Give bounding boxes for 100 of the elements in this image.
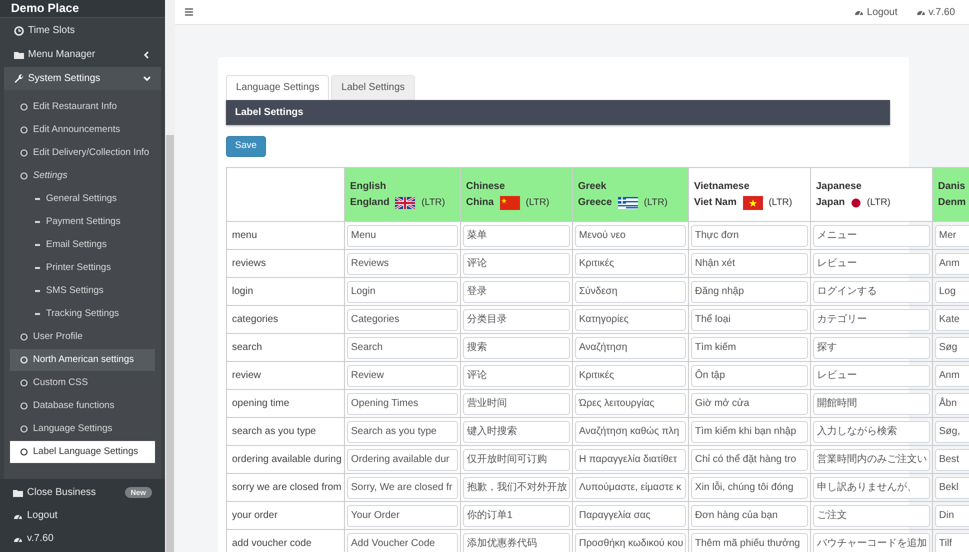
text-input[interactable]: 营业时间 (463, 392, 570, 414)
text-input[interactable]: Nhận xét (691, 252, 808, 274)
sidebar-item[interactable]: Time Slots (4, 19, 161, 42)
text-input[interactable]: Categories (347, 308, 458, 330)
text-input[interactable]: Μενού νεο (575, 224, 686, 246)
text-input[interactable]: Din (935, 504, 969, 526)
text-input[interactable]: Søg (935, 336, 969, 358)
text-input[interactable]: 申し訳ありませんが、 (813, 476, 930, 498)
text-input[interactable]: 搜索 (463, 336, 570, 358)
text-input[interactable]: Tilf (935, 532, 969, 552)
text-input[interactable]: 键入时搜索 (463, 420, 570, 442)
text-input[interactable]: 评论 (463, 364, 570, 386)
text-input[interactable]: Anm (935, 252, 969, 274)
text-input[interactable]: メニュー (813, 224, 930, 246)
text-input[interactable]: Review (347, 364, 458, 386)
text-input[interactable]: Åbn (935, 392, 969, 414)
text-input[interactable]: 评论 (463, 252, 570, 274)
text-input[interactable]: Κριτικές (575, 364, 686, 386)
sidebar-item[interactable]: Logout (4, 504, 161, 527)
sidebar-item[interactable]: v.7.60 (4, 527, 161, 550)
sidebar-item[interactable]: System Settings (4, 67, 161, 90)
text-input[interactable]: Sorry, We are closed fr (347, 476, 458, 498)
text-input[interactable]: Κατηγορίες (575, 308, 686, 330)
text-input[interactable]: Søg, (935, 420, 969, 442)
text-input[interactable]: Reviews (347, 252, 458, 274)
text-input[interactable]: レビュー (813, 364, 930, 386)
submenu-item[interactable]: Printer Settings (10, 257, 155, 279)
scrollbar-thumb[interactable] (166, 135, 174, 552)
text-input[interactable]: Αναζήτηση (575, 336, 686, 358)
topbar-link[interactable]: Logout (854, 4, 898, 20)
text-input[interactable]: Σύνδεση (575, 280, 686, 302)
text-input[interactable]: Tìm kiếm khi bạn nhập (691, 420, 808, 442)
text-input[interactable]: Thực đơn (691, 224, 808, 246)
text-input[interactable]: 仅开放时间可订购 (463, 448, 570, 470)
text-input[interactable]: Ώρες λειτουργίας (575, 392, 686, 414)
text-input[interactable]: Kate (935, 308, 969, 330)
text-input[interactable]: Search as you type (347, 420, 458, 442)
text-input[interactable]: Add Voucher Code (347, 532, 458, 552)
text-input[interactable]: 添加优惠券代码 (463, 532, 570, 552)
text-input[interactable]: Η παραγγελία διατίθετ (575, 448, 686, 470)
submenu-item[interactable]: SMS Settings (10, 280, 155, 302)
submenu-item[interactable]: Custom CSS (10, 372, 155, 394)
text-input[interactable]: 菜单 (463, 224, 570, 246)
text-input[interactable]: ログインする (813, 280, 930, 302)
text-input[interactable]: Anm (935, 364, 969, 386)
text-input[interactable]: Ôn tập (691, 364, 808, 386)
text-input[interactable]: Προσθήκη κωδικού κου (575, 532, 686, 552)
text-input[interactable]: Login (347, 280, 458, 302)
text-input[interactable]: 抱歉，我们不对外开放 (463, 476, 570, 498)
text-input[interactable]: Mer (935, 224, 969, 246)
text-input[interactable]: Λυπούμαστε, είμαστε κ (575, 476, 686, 498)
text-input[interactable]: Log (935, 280, 969, 302)
submenu-item[interactable]: Label Language Settings (10, 441, 155, 463)
text-input[interactable]: バウチャーコードを追加 (813, 532, 930, 552)
submenu-item[interactable]: Tracking Settings (10, 303, 155, 325)
text-input[interactable]: Thể loại (691, 308, 808, 330)
submenu-item[interactable]: Payment Settings (10, 211, 155, 233)
save-button[interactable]: Save (226, 136, 266, 157)
submenu-item[interactable]: User Profile (10, 326, 155, 348)
sidebar-item[interactable]: Menu Manager (4, 43, 161, 66)
text-input[interactable]: 分类目录 (463, 308, 570, 330)
text-input[interactable]: カテゴリー (813, 308, 930, 330)
text-input[interactable]: Best (935, 448, 969, 470)
submenu-item[interactable]: Settings (10, 165, 155, 187)
text-input[interactable]: Tìm kiếm (691, 336, 808, 358)
text-input[interactable]: Your Order (347, 504, 458, 526)
text-input[interactable]: Search (347, 336, 458, 358)
text-input[interactable]: Thêm mã phiếu thưởng (691, 532, 808, 552)
submenu-item[interactable]: Language Settings (10, 418, 155, 440)
text-input[interactable]: Bekl (935, 476, 969, 498)
text-input[interactable]: 探す (813, 336, 930, 358)
text-input[interactable]: Opening Times (347, 392, 458, 414)
text-input[interactable]: Ordering available dur (347, 448, 458, 470)
submenu-item[interactable]: Edit Restaurant Info (10, 96, 155, 118)
text-input[interactable]: Κριτικές (575, 252, 686, 274)
tab[interactable]: Language Settings (226, 75, 330, 100)
text-input[interactable]: Menu (347, 224, 458, 246)
tab[interactable]: Label Settings (331, 75, 415, 100)
submenu-item[interactable]: Database functions (10, 395, 155, 417)
text-input[interactable]: 登录 (463, 280, 570, 302)
text-input[interactable]: 入力しながら検索 (813, 420, 930, 442)
submenu-item[interactable]: Email Settings (10, 234, 155, 256)
submenu-item[interactable]: Edit Announcements (10, 119, 155, 141)
text-input[interactable]: Παραγγελία σας (575, 504, 686, 526)
submenu-item[interactable]: Edit Delivery/Collection Info (10, 142, 155, 164)
sidebar-title: Demo Place (11, 1, 80, 15)
submenu-item[interactable]: General Settings (10, 188, 155, 210)
text-input[interactable]: 你的订单1 (463, 504, 570, 526)
text-input[interactable]: 開館時間 (813, 392, 930, 414)
topbar-link[interactable]: v.7.60 (916, 4, 955, 20)
text-input[interactable]: ご注文 (813, 504, 930, 526)
text-input[interactable]: Đăng nhập (691, 280, 808, 302)
submenu-item[interactable]: North American settings (10, 349, 155, 371)
text-input[interactable]: 営業時間内のみご注文い (813, 448, 930, 470)
text-input[interactable]: Xin lỗi, chúng tôi đóng (691, 476, 808, 498)
text-input[interactable]: Đơn hàng của bạn (691, 504, 808, 526)
text-input[interactable]: レビュー (813, 252, 930, 274)
text-input[interactable]: Αναζήτηση καθώς πλη (575, 420, 686, 442)
text-input[interactable]: Chỉ có thể đặt hàng tro (691, 448, 808, 470)
text-input[interactable]: Giờ mở cửa (691, 392, 808, 414)
